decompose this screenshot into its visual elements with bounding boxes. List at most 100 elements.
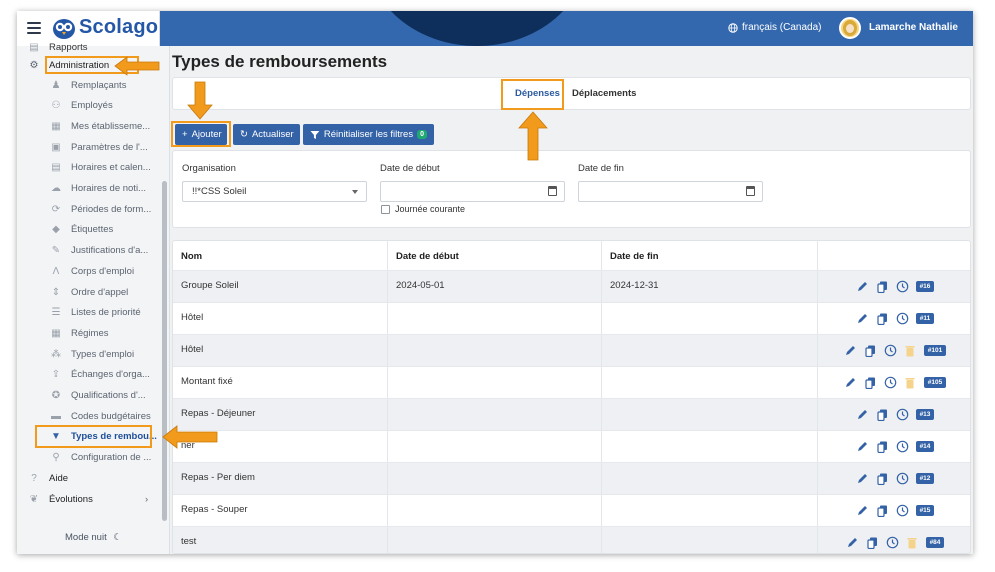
sidebar-item[interactable]: ⇪ Échanges d'orga... — [17, 365, 167, 385]
sidebar-scrollbar[interactable] — [162, 181, 167, 521]
language-selector[interactable]: français (Canada) — [728, 22, 821, 33]
user-name[interactable]: Lamarche Nathalie — [869, 22, 958, 33]
organisation-value: !!*CSS Soleil — [192, 186, 247, 197]
cell-nom: Groupe Soleil — [173, 271, 388, 302]
table-row[interactable]: Repas - Déjeuner #13 — [173, 398, 970, 430]
sidebar-item[interactable]: ⁂ Types d'emploi — [17, 344, 167, 364]
cell-date-fin — [602, 431, 818, 462]
calendar-icon[interactable] — [746, 186, 755, 196]
sidebar-item[interactable]: ▦ Mes établisseme... — [17, 116, 167, 136]
sidebar-item-rapports[interactable]: ▤ Rapports — [17, 37, 167, 57]
language-label: français (Canada) — [742, 22, 822, 33]
copy-icon[interactable] — [864, 344, 877, 357]
calendar-icon[interactable] — [548, 186, 557, 196]
trash-icon[interactable] — [904, 376, 917, 389]
organisation-select[interactable]: !!*CSS Soleil — [182, 181, 367, 202]
sidebar-item[interactable]: ⚇ Employés — [17, 96, 167, 116]
table-row[interactable]: Hôtel #101 — [173, 334, 970, 366]
pencil-icon[interactable] — [856, 504, 869, 517]
current-day-checkbox[interactable] — [381, 205, 390, 214]
pencil-icon[interactable] — [846, 536, 859, 549]
night-mode-toggle[interactable]: Mode nuit ☾ — [65, 532, 122, 543]
sidebar-item[interactable]: ◆ Étiquettes — [17, 220, 167, 240]
column-header-date-debut[interactable]: Date de début — [388, 241, 602, 270]
copy-icon[interactable] — [876, 472, 889, 485]
sidebar-item[interactable]: ✎ Justifications d'a... — [17, 241, 167, 261]
row-actions: #16 — [818, 271, 970, 302]
column-header-nom[interactable]: Nom — [173, 241, 388, 270]
sidebar-item[interactable]: ♟ Remplaçants — [17, 75, 167, 95]
avatar[interactable] — [839, 17, 861, 39]
row-actions: #15 — [818, 495, 970, 526]
history-icon[interactable] — [886, 536, 899, 549]
table-row[interactable]: test #84 — [173, 526, 970, 553]
history-icon[interactable] — [896, 504, 909, 517]
tab-deplacements[interactable]: Déplacements — [572, 88, 636, 99]
tabs-bar: Dépenses Déplacements — [172, 77, 971, 110]
sidebar-item[interactable]: ⚲ Configuration de ... — [17, 448, 167, 468]
brand-name: Scolago — [79, 16, 159, 38]
refresh-button[interactable]: ↻ Actualiser — [233, 124, 300, 145]
trash-icon[interactable] — [904, 344, 917, 357]
sidebar-item[interactable]: ▣ Paramètres de l'... — [17, 137, 167, 157]
cell-date-debut — [388, 367, 602, 398]
upload-icon: ⇪ — [51, 369, 61, 381]
sidebar-item[interactable]: ▦ Régimes — [17, 323, 167, 343]
table-row[interactable]: Repas - Per diem #12 — [173, 462, 970, 494]
sidebar-item[interactable]: ☰ Listes de priorité — [17, 303, 167, 323]
copy-icon[interactable] — [866, 536, 879, 549]
sidebar-item[interactable]: ⟳ Périodes de form... — [17, 199, 167, 219]
sidebar-item-label: Régimes — [71, 327, 109, 339]
sidebar-item-label: Périodes de form... — [71, 203, 152, 215]
start-date-input[interactable] — [380, 181, 565, 202]
history-icon[interactable] — [896, 440, 909, 453]
hamburger-menu-icon[interactable] — [27, 22, 41, 34]
history-icon[interactable] — [896, 472, 909, 485]
history-icon[interactable] — [884, 344, 897, 357]
sidebar-item[interactable]: ☁ Horaires de noti... — [17, 179, 167, 199]
table-row[interactable]: ner #14 — [173, 430, 970, 462]
table-row[interactable]: Montant fixé #105 — [173, 366, 970, 398]
annotation-arrow-left-icon — [162, 425, 218, 449]
table-row[interactable]: Repas - Souper #15 — [173, 494, 970, 526]
history-icon[interactable] — [884, 376, 897, 389]
cell-date-debut — [388, 335, 602, 366]
trash-icon[interactable] — [906, 536, 919, 549]
table-row[interactable]: Groupe Soleil 2024-05-01 2024-12-31 #16 — [173, 270, 970, 302]
reset-filters-button[interactable]: Réinitialiser les filtres 0 — [303, 124, 434, 145]
end-date-input[interactable] — [578, 181, 763, 202]
copy-icon[interactable] — [876, 280, 889, 293]
cell-date-fin — [602, 463, 818, 494]
pencil-icon[interactable] — [844, 344, 857, 357]
pencil-icon[interactable] — [856, 280, 869, 293]
history-icon[interactable] — [896, 312, 909, 325]
id-badge: #13 — [915, 409, 935, 420]
copy-icon[interactable] — [864, 376, 877, 389]
copy-icon[interactable] — [876, 504, 889, 517]
copy-icon[interactable] — [876, 312, 889, 325]
column-header-date-fin[interactable]: Date de fin — [602, 241, 818, 270]
table-row[interactable]: Hôtel #11 — [173, 302, 970, 334]
sidebar-item[interactable]: ▤ Horaires et calen... — [17, 158, 167, 178]
sidebar-item-label: Aide — [49, 472, 69, 484]
sidebar-item[interactable]: Ʌ Corps d'emploi — [17, 261, 167, 281]
history-icon[interactable] — [896, 280, 909, 293]
sidebar-item[interactable]: ✪ Qualifications d'... — [17, 386, 167, 406]
sidebar-item-label: Codes budgétaires — [71, 410, 151, 422]
row-actions: #11 — [818, 303, 970, 334]
pencil-icon[interactable] — [856, 440, 869, 453]
pencil-icon[interactable] — [844, 376, 857, 389]
sidebar-item[interactable]: ⇕ Ordre d'appel — [17, 282, 167, 302]
copy-icon[interactable] — [876, 408, 889, 421]
sidebar-item[interactable]: ▬ Codes budgétaires — [17, 406, 167, 426]
history-icon[interactable] — [896, 408, 909, 421]
pencil-icon[interactable] — [856, 472, 869, 485]
sidebar-item-aide[interactable]: ? Aide — [17, 468, 167, 488]
cell-date-fin — [602, 495, 818, 526]
sidebar-item-evolutions[interactable]: ❦ Évolutions › — [17, 489, 167, 509]
pencil-icon[interactable] — [856, 408, 869, 421]
cell-date-debut — [388, 431, 602, 462]
copy-icon[interactable] — [876, 440, 889, 453]
cell-date-debut: 2024-05-01 — [388, 271, 602, 302]
pencil-icon[interactable] — [856, 312, 869, 325]
